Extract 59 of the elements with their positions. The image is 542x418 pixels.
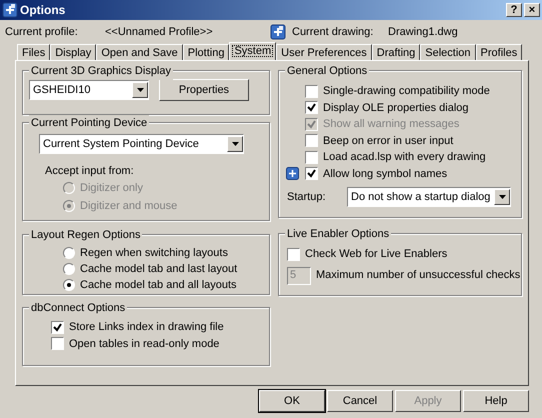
dialog-button[interactable]: Help — [463, 390, 529, 412]
checkbox-label: Store Links index in drawing file — [69, 320, 224, 335]
checkbox-label: Check Web for Live Enablers — [305, 247, 448, 262]
group-title: Current 3D Graphics Display — [29, 63, 173, 80]
app-icon — [2, 2, 18, 18]
profile-name: <<Unnamed Profile>> — [105, 24, 214, 40]
radio-label: Regen when switching layouts — [80, 246, 228, 261]
dropdown[interactable]: Current System Pointing Device — [39, 134, 244, 154]
radio-label: Cache model tab and last layout — [80, 262, 238, 277]
profile-label: Current profile: — [5, 24, 79, 40]
checkbox[interactable] — [51, 320, 64, 334]
dialog-button[interactable]: OK — [259, 390, 325, 412]
field-label: Startup: — [287, 190, 327, 205]
checkbox-label: Display OLE properties dialog — [323, 100, 469, 116]
close-button[interactable]: × — [524, 3, 540, 17]
checkbox[interactable] — [51, 337, 64, 350]
checkbox-label: Load acad.lsp with every drawing — [323, 150, 486, 165]
tab[interactable]: Profiles — [476, 44, 522, 60]
radio-label: Cache model tab and all layouts — [80, 278, 237, 293]
tab[interactable]: System — [229, 42, 276, 60]
dropdown[interactable]: GSHEIDI10 — [29, 80, 149, 100]
properties-button[interactable]: Properties — [159, 79, 249, 101]
group-title: General Options — [285, 63, 370, 80]
dialog-button[interactable]: Cancel — [327, 390, 393, 412]
dropdown[interactable]: Do not show a startup dialog — [347, 187, 511, 207]
section-label: Accept input from: — [45, 164, 134, 179]
tab[interactable]: User Preferences — [276, 44, 372, 60]
checkbox-label: Beep on error in user input — [323, 134, 454, 148]
tab[interactable]: Open and Save — [96, 44, 183, 60]
group-title: Current Pointing Device — [29, 115, 150, 132]
drawing-icon — [270, 24, 286, 40]
window-title: Options — [20, 2, 66, 19]
radio-button[interactable] — [63, 247, 75, 259]
checkbox[interactable] — [305, 101, 318, 114]
radio-button[interactable] — [63, 279, 75, 291]
radio-label: Digitizer only — [80, 180, 143, 196]
checkbox-label: Open tables in read-only mode — [69, 336, 220, 352]
help-button[interactable]: ? — [506, 3, 522, 17]
tab[interactable]: Display — [50, 44, 96, 60]
group-title: Live Enabler Options — [285, 226, 392, 242]
checkbox[interactable] — [305, 150, 318, 164]
tab[interactable]: Plotting — [182, 44, 230, 60]
drawing-name: Drawing1.dwg — [388, 24, 458, 40]
checkbox[interactable] — [305, 84, 318, 98]
drawing-label: Current drawing: — [292, 24, 374, 40]
radio-label: Digitizer and mouse — [80, 198, 178, 214]
tab[interactable]: Drafting — [372, 44, 420, 60]
checkbox[interactable] — [305, 167, 318, 180]
group-title: Layout Regen Options — [29, 227, 142, 244]
checkbox-label: Allow long symbol names — [323, 166, 448, 182]
checkbox-label: Single-drawing compatibility mode — [323, 84, 490, 99]
checkbox[interactable] — [305, 134, 318, 148]
radio-button[interactable] — [63, 263, 75, 275]
checkbox[interactable] — [287, 248, 300, 261]
tab[interactable]: Selection — [420, 44, 476, 60]
checkbox-label: Show all warning messages — [323, 117, 460, 132]
field-label: Maximum number of unsuccessful checks — [316, 268, 520, 284]
group-title: dbConnect Options — [29, 300, 128, 316]
tab[interactable]: Files — [17, 44, 50, 60]
